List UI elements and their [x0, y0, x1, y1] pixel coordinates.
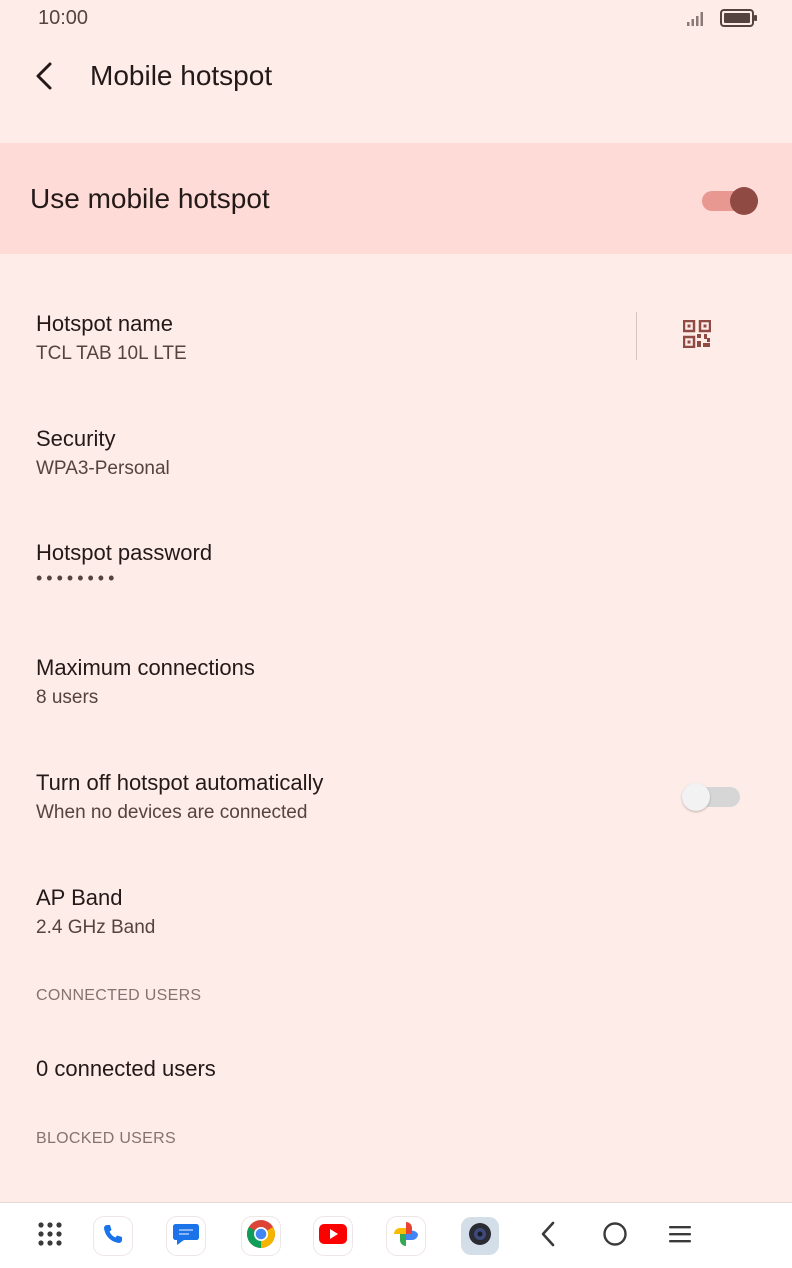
battery-icon [720, 9, 758, 32]
max-connections-summary: 8 users [36, 687, 99, 708]
max-connections-title: Maximum connections [36, 655, 255, 680]
nav-back-button[interactable] [529, 1217, 567, 1255]
status-time: 10:00 [38, 7, 89, 29]
nav-home-button[interactable] [596, 1217, 634, 1255]
phone-app-button[interactable] [94, 1217, 132, 1255]
qr-code-icon [682, 319, 712, 353]
auto-off-title: Turn off hotspot automatically [36, 770, 324, 795]
back-arrow-icon [33, 61, 55, 96]
hotspot-password-summary: •••••••• [36, 568, 119, 588]
security-summary: WPA3-Personal [36, 458, 170, 479]
app-drawer-button[interactable] [31, 1217, 69, 1255]
use-mobile-hotspot-row[interactable]: Use mobile hotspot [0, 143, 792, 254]
ap-band-summary: 2.4 GHz Band [36, 917, 156, 938]
photos-app-button[interactable] [387, 1217, 425, 1255]
auto-off-summary: When no devices are connected [36, 802, 308, 823]
chrome-app-button[interactable] [242, 1217, 280, 1255]
youtube-icon [319, 1223, 347, 1249]
ap-band-pref[interactable]: AP Band 2.4 GHz Band [0, 885, 792, 995]
navigation-bar [0, 1202, 792, 1268]
security-title: Security [36, 426, 116, 451]
home-icon [602, 1221, 628, 1252]
switch-thumb [730, 187, 758, 215]
switch-thumb [682, 783, 710, 811]
app-drawer-icon [37, 1221, 63, 1252]
photos-icon [392, 1220, 420, 1253]
auto-off-switch[interactable] [682, 779, 742, 811]
hotspot-password-title: Hotspot password [36, 540, 213, 565]
back-icon [538, 1221, 558, 1252]
use-mobile-hotspot-label: Use mobile hotspot [30, 183, 270, 214]
connected-users-count: 0 connected users [36, 1056, 216, 1081]
hotspot-name-title: Hotspot name [36, 311, 173, 336]
hotspot-password-pref[interactable]: Hotspot password •••••••• [0, 540, 792, 650]
camera-app-button[interactable] [461, 1217, 499, 1255]
connected-users-header: CONNECTED USERS [36, 987, 202, 1004]
recents-icon [668, 1224, 692, 1249]
app-bar: Mobile hotspot [0, 38, 792, 118]
auto-off-pref[interactable]: Turn off hotspot automatically When no d… [0, 770, 792, 880]
messages-app-button[interactable] [167, 1217, 205, 1255]
security-pref[interactable]: Security WPA3-Personal [0, 426, 792, 536]
vertical-divider [636, 312, 637, 360]
blocked-users-header: BLOCKED USERS [36, 1130, 176, 1147]
hotspot-name-summary: TCL TAB 10L LTE [36, 343, 187, 364]
chrome-icon [246, 1219, 276, 1254]
qr-code-button[interactable] [672, 314, 722, 358]
nav-recents-button[interactable] [661, 1217, 699, 1255]
phone-icon [101, 1222, 125, 1251]
max-connections-pref[interactable]: Maximum connections 8 users [0, 655, 792, 765]
use-mobile-hotspot-switch[interactable] [700, 183, 760, 215]
youtube-app-button[interactable] [314, 1217, 352, 1255]
camera-icon [467, 1221, 493, 1252]
page-title: Mobile hotspot [90, 60, 273, 91]
messages-icon [172, 1221, 200, 1252]
back-button[interactable] [24, 58, 64, 98]
status-bar: 10:00 [0, 0, 792, 38]
signal-icon [686, 11, 706, 32]
ap-band-title: AP Band [36, 885, 123, 910]
